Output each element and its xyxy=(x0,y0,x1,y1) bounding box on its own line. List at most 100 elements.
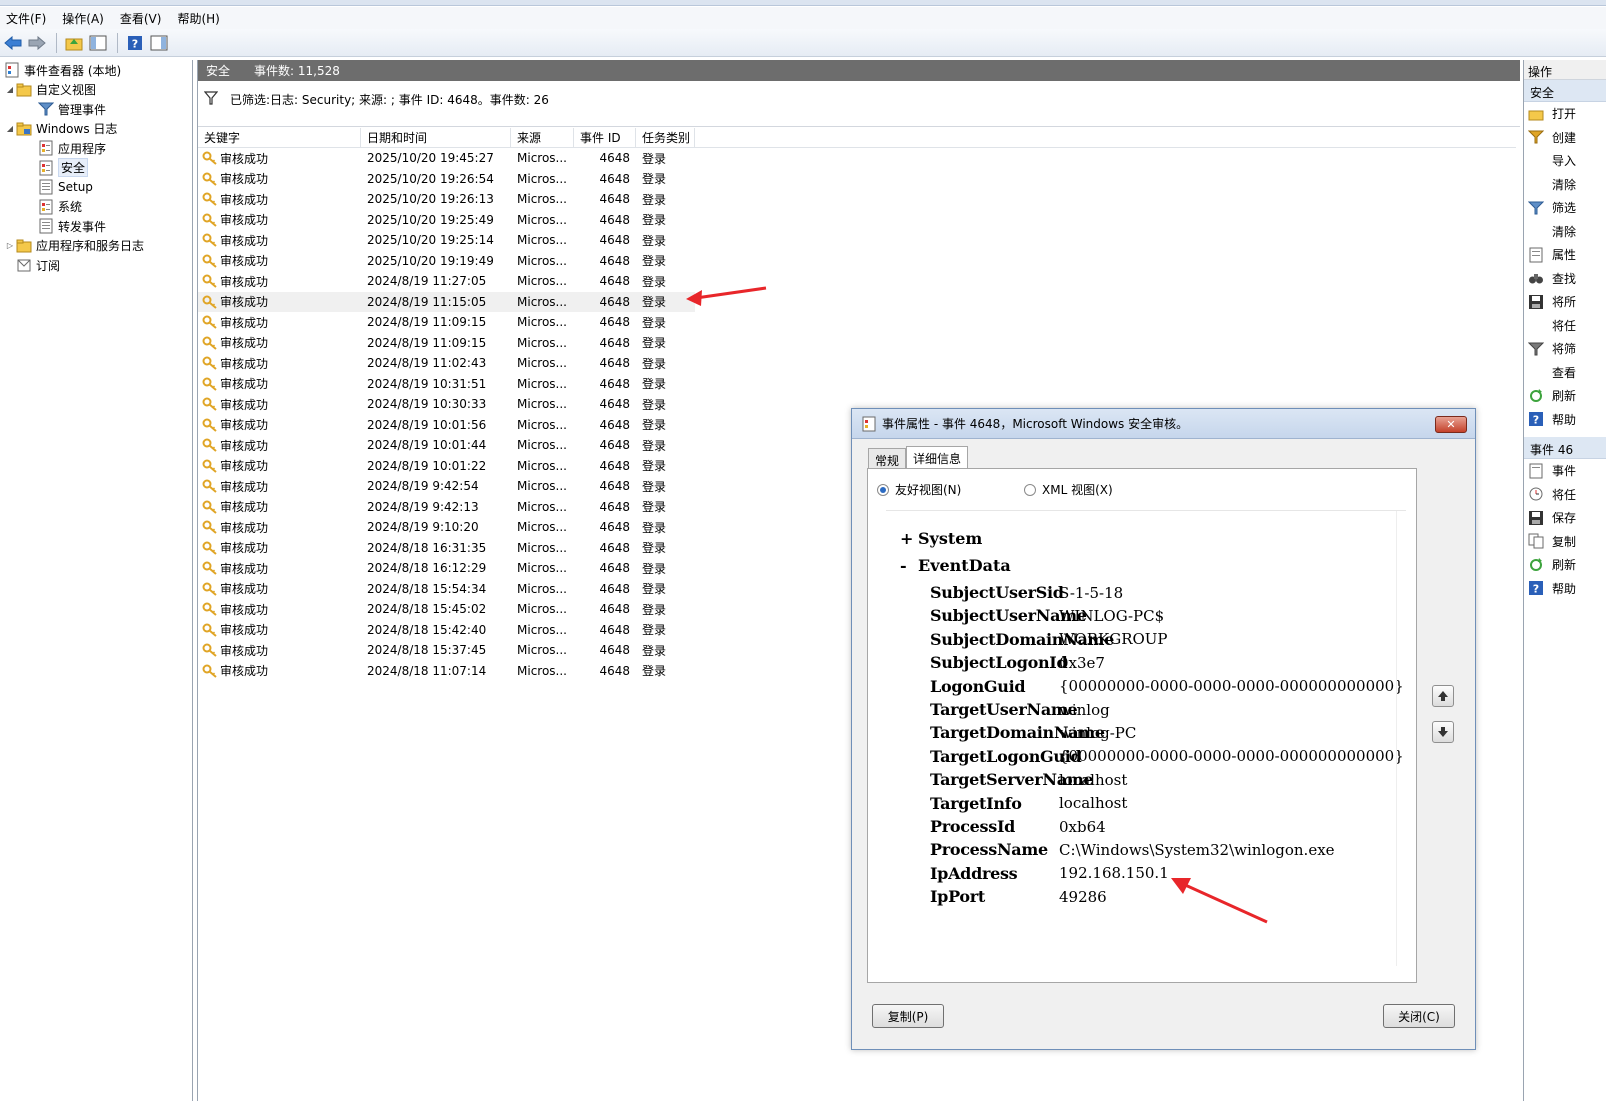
action-item[interactable]: 复制 xyxy=(1524,530,1606,554)
table-row[interactable]: 审核成功 2025/10/20 19:25:14 Micros... 4648 登录 xyxy=(198,230,695,251)
column-header-event-id[interactable]: 事件 ID xyxy=(574,128,636,147)
tree-item-forwarded-events[interactable]: 转发事件 xyxy=(26,216,106,236)
menu-file[interactable]: 文件(F) xyxy=(6,10,46,27)
up-folder-icon[interactable] xyxy=(63,32,85,54)
collapse-toggle[interactable]: - xyxy=(900,556,918,575)
back-icon[interactable] xyxy=(2,32,24,54)
menu-help[interactable]: 帮助(H) xyxy=(177,10,219,27)
dialog-titlebar[interactable]: 事件属性 - 事件 4648，Microsoft Windows 安全审核。 xyxy=(852,409,1475,439)
actions-section-event[interactable]: 事件 46 xyxy=(1524,437,1606,459)
table-row[interactable]: 审核成功 2024/8/19 10:01:56 Micros... 4648 登录 xyxy=(198,415,695,436)
action-item[interactable]: 导入 xyxy=(1524,149,1606,173)
tree-item-event-viewer-local[interactable]: 事件查看器 (本地) xyxy=(2,60,121,80)
table-row[interactable]: 审核成功 2024/8/18 11:07:14 Micros... 4648 登录 xyxy=(198,661,695,682)
table-row[interactable]: 审核成功 2024/8/19 11:09:15 Micros... 4648 登录 xyxy=(198,333,695,354)
menu-view[interactable]: 查看(V) xyxy=(120,10,162,27)
eventdata-node[interactable]: - EventData xyxy=(900,556,1011,575)
system-node[interactable]: + System xyxy=(900,529,982,548)
table-row[interactable]: 审核成功 2024/8/19 9:10:20 Micros... 4648 登录 xyxy=(198,517,695,538)
radio-xml-view[interactable]: XML 视图(X) xyxy=(1024,481,1113,498)
action-item[interactable]: 查找 xyxy=(1524,267,1606,291)
table-row[interactable]: 审核成功 2024/8/19 11:27:05 Micros... 4648 登录 xyxy=(198,271,695,292)
action-item[interactable]: 刷新 xyxy=(1524,384,1606,408)
column-header-task-category[interactable]: 任务类别 xyxy=(636,128,695,147)
close-button[interactable]: 关闭(C) xyxy=(1383,1004,1455,1028)
detail-scrollbar[interactable] xyxy=(1396,511,1406,966)
tree-expander[interactable]: ◢ xyxy=(4,85,16,94)
action-item[interactable]: 刷新 xyxy=(1524,553,1606,577)
column-header-source[interactable]: 来源 xyxy=(511,128,574,147)
column-header-datetime[interactable]: 日期和时间 xyxy=(361,128,511,147)
table-row[interactable]: 审核成功 2024/8/19 11:15:05 Micros... 4648 登录 xyxy=(198,291,695,312)
action-item[interactable]: 创建 xyxy=(1524,126,1606,150)
action-item[interactable]: ? 帮助 xyxy=(1524,408,1606,432)
dialog-close-icon[interactable]: ✕ xyxy=(1435,416,1467,433)
tree-item-custom-views[interactable]: ◢ 自定义视图 xyxy=(4,80,96,100)
table-row[interactable]: 审核成功 2024/8/19 10:30:33 Micros... 4648 登录 xyxy=(198,394,695,415)
table-row[interactable]: 审核成功 2024/8/18 15:45:02 Micros... 4648 登录 xyxy=(198,599,695,620)
table-row[interactable]: 审核成功 2025/10/20 19:26:13 Micros... 4648 登录 xyxy=(198,189,695,210)
table-row[interactable]: 审核成功 2025/10/20 19:19:49 Micros... 4648 登录 xyxy=(198,251,695,272)
radio-friendly-view[interactable]: 友好视图(N) xyxy=(877,481,961,498)
tab-details[interactable]: 详细信息 xyxy=(906,446,969,468)
action-item[interactable]: 保存 xyxy=(1524,506,1606,530)
show-hide-action-pane-icon[interactable] xyxy=(148,32,170,54)
action-item[interactable]: 筛选 xyxy=(1524,196,1606,220)
table-row[interactable]: 审核成功 2024/8/19 9:42:13 Micros... 4648 登录 xyxy=(198,497,695,518)
radio-button[interactable] xyxy=(1024,483,1036,496)
action-item[interactable]: 将任 xyxy=(1524,483,1606,507)
action-item[interactable]: 清除 xyxy=(1524,173,1606,197)
action-item[interactable]: 查看 xyxy=(1524,361,1606,385)
action-item[interactable]: 将筛 xyxy=(1524,337,1606,361)
table-row[interactable]: 审核成功 2025/10/20 19:45:27 Micros... 4648 登录 xyxy=(198,148,695,169)
tree-expander[interactable]: ▷ xyxy=(4,241,16,250)
table-row[interactable]: 审核成功 2024/8/18 16:12:29 Micros... 4648 登录 xyxy=(198,558,695,579)
expand-toggle[interactable]: + xyxy=(900,529,918,548)
action-item[interactable]: 打开 xyxy=(1524,102,1606,126)
table-row[interactable]: 审核成功 2024/8/19 10:01:22 Micros... 4648 登录 xyxy=(198,456,695,477)
table-row[interactable]: 审核成功 2024/8/18 15:42:40 Micros... 4648 登录 xyxy=(198,620,695,641)
tree-item-system[interactable]: 系统 xyxy=(26,197,82,217)
table-row[interactable]: 审核成功 2024/8/18 16:31:35 Micros... 4648 登录 xyxy=(198,538,695,559)
show-hide-tree-icon[interactable] xyxy=(87,32,109,54)
action-item[interactable]: 清除 xyxy=(1524,220,1606,244)
table-row[interactable]: 审核成功 2025/10/20 19:26:54 Micros... 4648 登录 xyxy=(198,169,695,190)
action-label: 导入 xyxy=(1552,154,1577,169)
radio-button-selected[interactable] xyxy=(877,483,889,496)
table-row[interactable]: 审核成功 2024/8/19 10:01:44 Micros... 4648 登录 xyxy=(198,435,695,456)
copy-button[interactable]: 复制(P) xyxy=(872,1004,944,1028)
tree-item-security[interactable]: 安全 xyxy=(26,158,89,178)
previous-event-button[interactable] xyxy=(1432,685,1454,707)
column-header-keywords[interactable]: 关键字 xyxy=(198,128,361,147)
source-cell: Micros... xyxy=(517,274,567,289)
action-item[interactable]: 事件 xyxy=(1524,459,1606,483)
tab-general[interactable]: 常规 xyxy=(868,448,907,468)
table-row[interactable]: 审核成功 2024/8/19 11:09:15 Micros... 4648 登录 xyxy=(198,312,695,333)
tree-item-label: 系统 xyxy=(58,200,83,214)
action-label: 复制 xyxy=(1552,534,1577,549)
help-icon[interactable]: ? xyxy=(124,32,146,54)
actions-section-security[interactable]: 安全 xyxy=(1524,80,1606,102)
table-row[interactable]: 审核成功 2024/8/19 10:31:51 Micros... 4648 登录 xyxy=(198,374,695,395)
tree-item-windows-logs[interactable]: ◢ Windows 日志 xyxy=(4,119,117,139)
tree-item-administrative-events[interactable]: 管理事件 xyxy=(26,99,106,119)
action-item[interactable]: 将所 xyxy=(1524,290,1606,314)
tree-expander[interactable]: ◢ xyxy=(4,124,16,133)
action-item[interactable]: 将任 xyxy=(1524,314,1606,338)
source-cell: Micros... xyxy=(517,356,567,371)
table-row[interactable]: 审核成功 2024/8/19 9:42:54 Micros... 4648 登录 xyxy=(198,476,695,497)
table-row[interactable]: 审核成功 2024/8/18 15:54:34 Micros... 4648 登录 xyxy=(198,579,695,600)
table-row[interactable]: 审核成功 2024/8/19 11:02:43 Micros... 4648 登录 xyxy=(198,353,695,374)
action-item[interactable]: 属性 xyxy=(1524,243,1606,267)
datetime-cell: 2025/10/20 19:26:54 xyxy=(367,171,494,186)
menu-action[interactable]: 操作(A) xyxy=(62,10,104,27)
next-event-button[interactable] xyxy=(1432,721,1454,743)
action-item[interactable]: ? 帮助 xyxy=(1524,577,1606,601)
forward-icon[interactable] xyxy=(26,32,48,54)
tree-item-setup[interactable]: Setup xyxy=(26,177,93,197)
tree-item-application[interactable]: 应用程序 xyxy=(26,138,106,158)
tree-item-app-service-logs[interactable]: ▷ 应用程序和服务日志 xyxy=(4,236,144,256)
table-row[interactable]: 审核成功 2025/10/20 19:25:49 Micros... 4648 登录 xyxy=(198,210,695,231)
tree-item-subscriptions[interactable]: 订阅 xyxy=(4,255,60,275)
table-row[interactable]: 审核成功 2024/8/18 15:37:45 Micros... 4648 登录 xyxy=(198,640,695,661)
